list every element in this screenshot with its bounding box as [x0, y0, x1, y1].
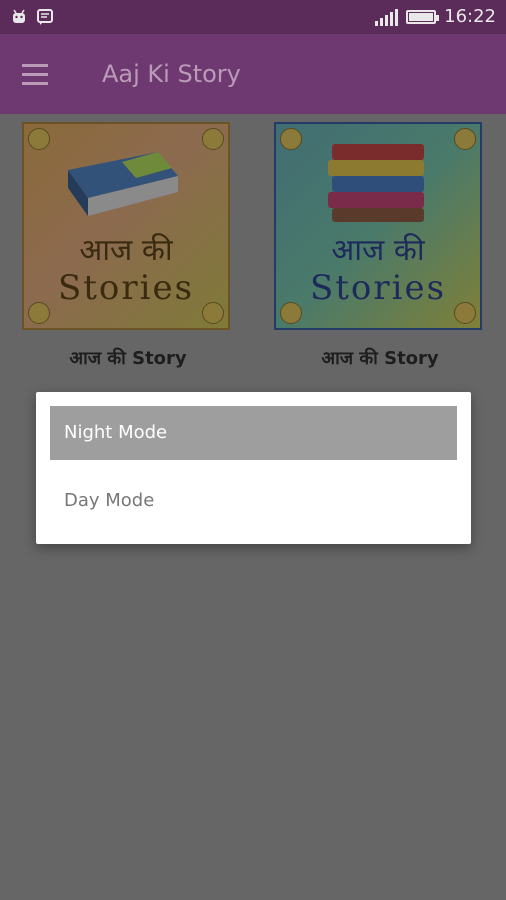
status-left — [10, 8, 54, 26]
android-icon — [13, 9, 25, 23]
night-mode-option[interactable]: Night Mode — [50, 406, 457, 460]
thumbnail-hindi-text: आज की — [331, 233, 425, 268]
message-icon — [37, 9, 53, 25]
books-stack-icon — [328, 144, 424, 222]
battery-icon — [406, 9, 440, 24]
signal-icon — [375, 8, 399, 26]
story-thumbnail: आज की Stories — [22, 122, 230, 330]
thumbnail-english-text: Stories — [309, 268, 447, 308]
status-bar: 16:22 — [0, 0, 506, 34]
status-right: 16:22 — [375, 6, 496, 27]
hamburger-icon[interactable] — [22, 58, 56, 90]
app-bar: Aaj Ki Story — [0, 34, 506, 114]
story-card-label: आज की Story — [321, 348, 439, 369]
app-title: Aaj Ki Story — [102, 60, 241, 88]
book-icon — [68, 152, 178, 216]
thumbnail-english-text: Stories — [57, 268, 195, 308]
mode-dialog: Night Mode Day Mode — [36, 392, 471, 544]
day-mode-option[interactable]: Day Mode — [50, 474, 457, 528]
story-thumbnail: आज की Stories — [274, 122, 482, 330]
status-time: 16:22 — [444, 6, 496, 27]
story-card-label: आज की Story — [69, 348, 187, 369]
story-card[interactable]: आज की Stories आज की Story — [274, 122, 486, 370]
thumbnail-hindi-text: आज की — [79, 233, 173, 268]
story-card[interactable]: आज की Stories आज की Story — [22, 122, 234, 370]
